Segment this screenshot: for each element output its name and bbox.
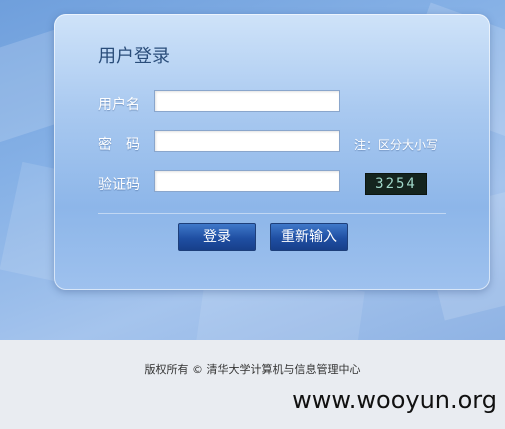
reset-button[interactable]: 重新输入 — [270, 223, 348, 251]
divider — [98, 213, 446, 214]
footer: 版权所有 © 清华大学计算机与信息管理中心 www.wooyun.org — [0, 340, 505, 429]
watermark: www.wooyun.org — [292, 386, 497, 414]
username-label: 用户名 — [98, 97, 140, 113]
captcha-image[interactable]: 3254 — [365, 173, 427, 195]
captcha-input[interactable] — [154, 170, 340, 192]
password-label: 密 码 — [98, 137, 140, 153]
copyright-text: 版权所有 © 清华大学计算机与信息管理中心 — [144, 363, 361, 376]
password-case-hint: 注：区分大小写 — [354, 138, 439, 152]
login-button[interactable]: 登录 — [178, 223, 256, 251]
password-input[interactable] — [154, 130, 340, 152]
username-input[interactable] — [154, 90, 340, 112]
login-title: 用户登录 — [98, 46, 170, 67]
captcha-label: 验证码 — [98, 177, 140, 193]
login-panel: 用户登录 用户名 密 码 注：区分大小写 验证码 3254 登录 重新输入 — [54, 14, 490, 290]
